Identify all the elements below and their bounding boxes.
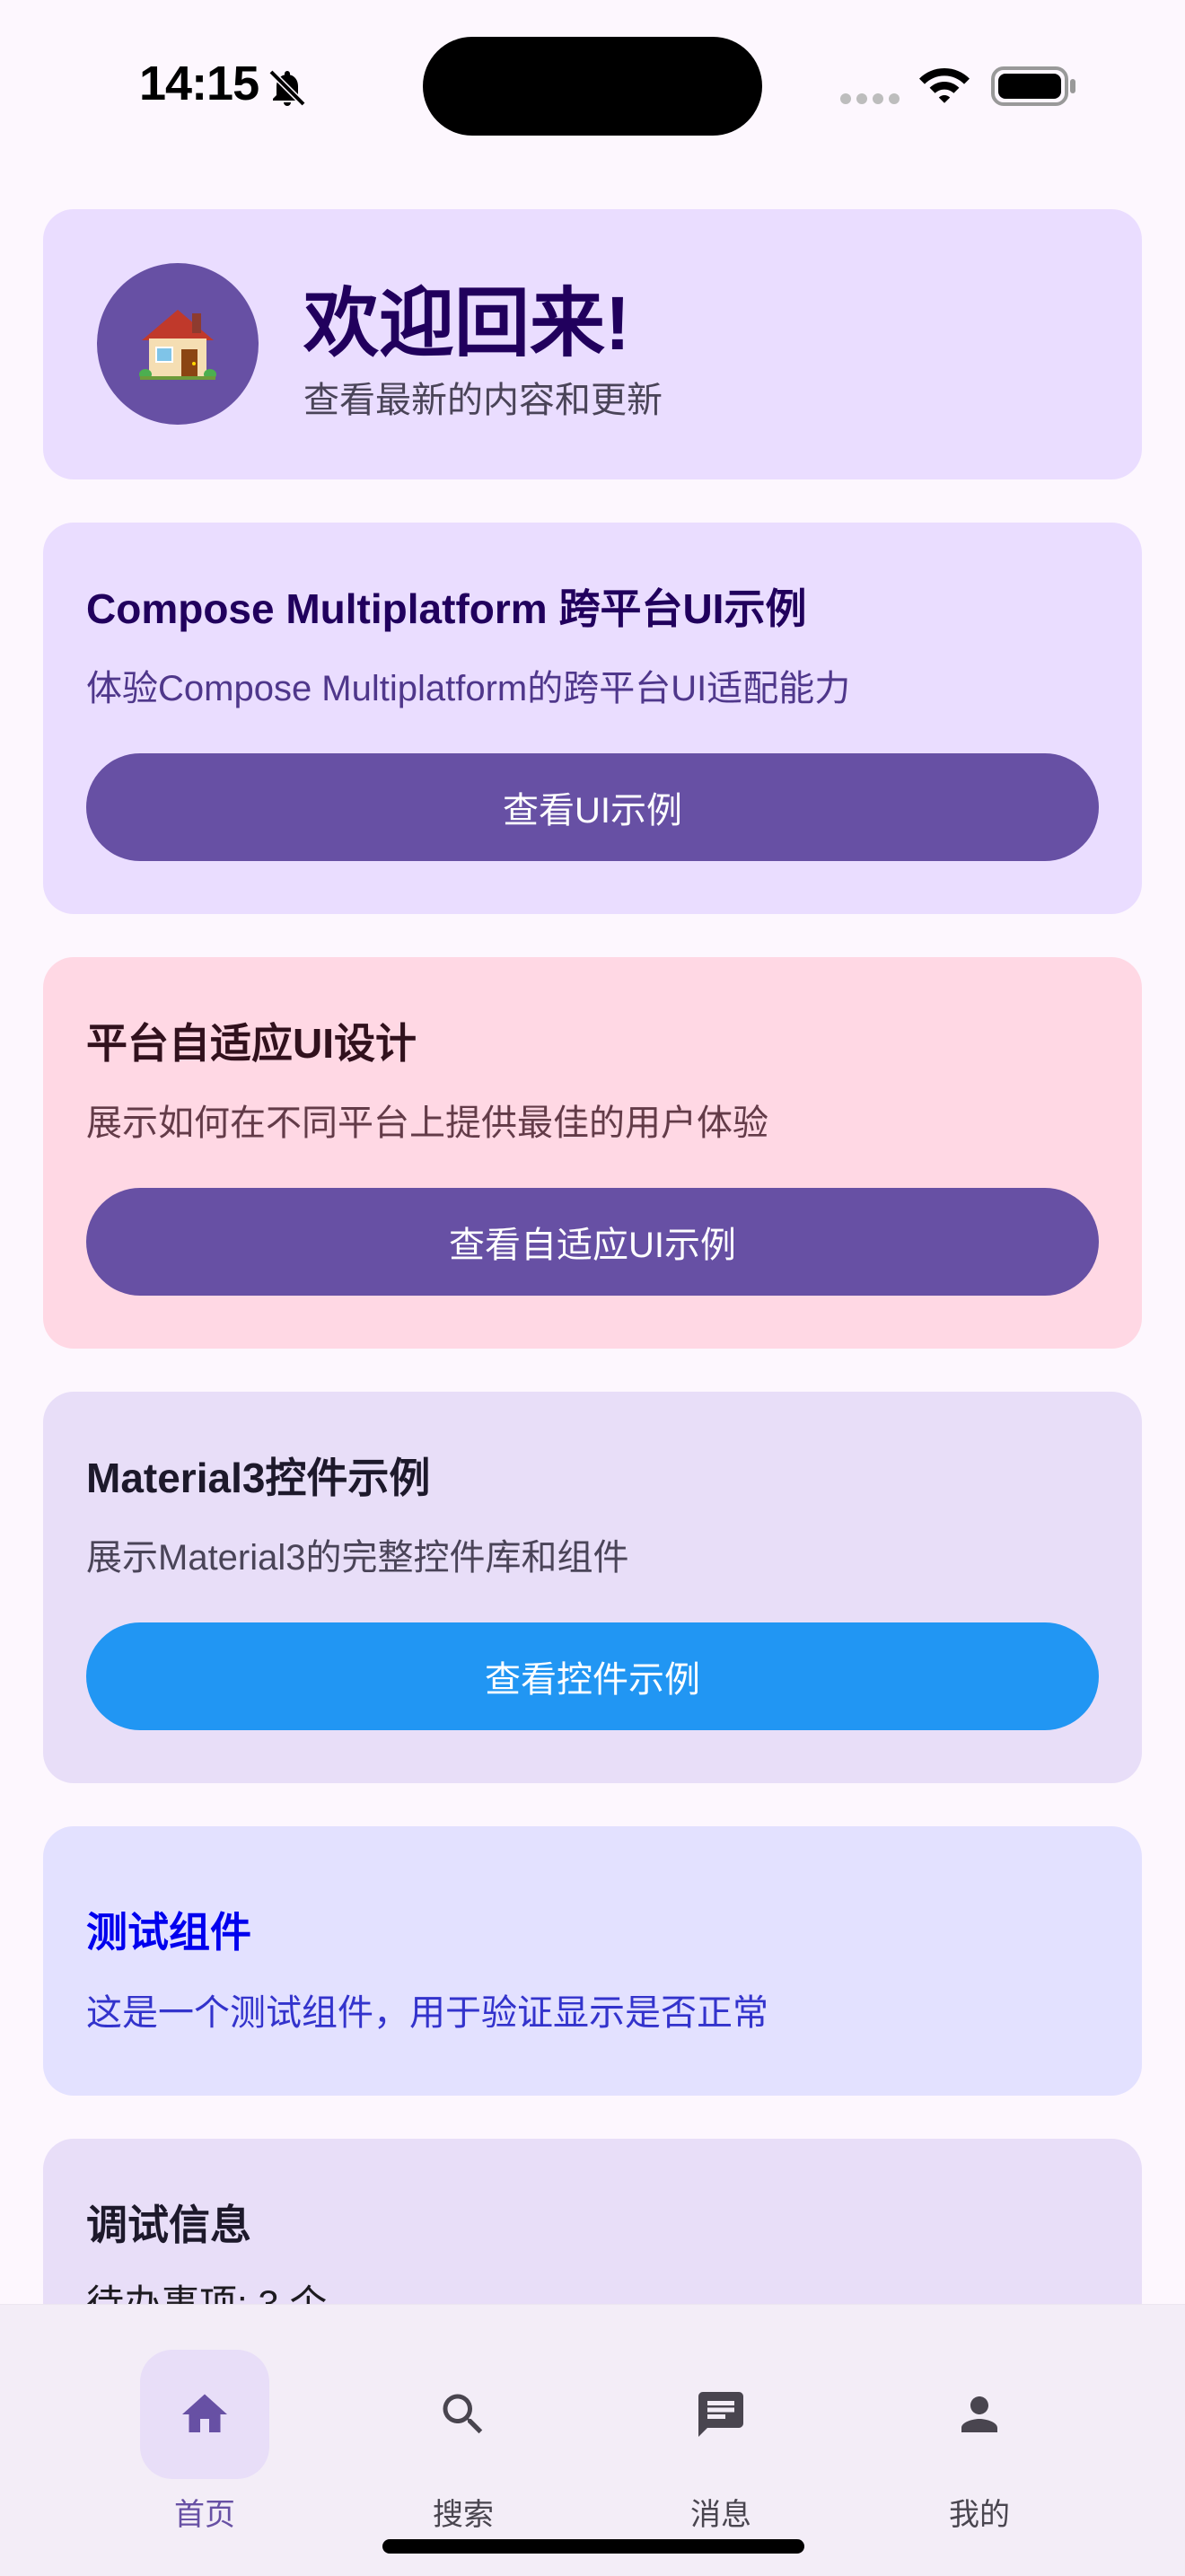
material3-card: Material3控件示例 展示Material3的完整控件库和组件 查看控件示… <box>43 1392 1142 1783</box>
nav-label-home: 首页 <box>174 2498 235 2532</box>
test-card-description: 这是一个测试组件，用于验证显示是否正常 <box>86 1993 768 2033</box>
adaptive-card-description: 展示如何在不同平台上提供最佳的用户体验 <box>86 1103 768 1143</box>
battery-icon <box>991 66 1075 106</box>
nav-item-profile[interactable]: 我的 <box>831 2305 1128 2532</box>
bell-off-icon <box>268 69 306 107</box>
home-icon <box>182 2394 227 2432</box>
house-icon <box>139 310 216 380</box>
nav-label-search: 搜索 <box>433 2498 494 2532</box>
adaptive-card: 平台自适应UI设计 展示如何在不同平台上提供最佳的用户体验 查看自适应UI示例 <box>43 957 1142 1349</box>
view-adaptive-examples-button[interactable]: 查看自适应UI示例 <box>86 1188 1099 1296</box>
welcome-title: 欢迎回来! <box>303 281 630 365</box>
material3-card-title: Material3控件示例 <box>86 1455 431 1501</box>
signal-icon <box>840 93 900 106</box>
nav-label-profile: 我的 <box>949 2498 1010 2532</box>
welcome-card: 欢迎回来! 查看最新的内容和更新 <box>43 209 1142 479</box>
test-card: 测试组件 这是一个测试组件，用于验证显示是否正常 <box>43 1826 1142 2096</box>
message-icon <box>698 2392 743 2437</box>
status-time: 14:15 <box>139 57 259 110</box>
compose-card-description: 体验Compose Multiplatform的跨平台UI适配能力 <box>86 669 851 708</box>
compose-card: Compose Multiplatform 跨平台UI示例 体验Compose … <box>43 523 1142 914</box>
dynamic-island <box>423 37 762 136</box>
nav-item-home[interactable]: 首页 <box>57 2305 353 2532</box>
bottom-navigation: 首页 搜索 消息 我的 <box>0 2304 1185 2576</box>
material3-card-description: 展示Material3的完整控件库和组件 <box>86 1538 629 1578</box>
status-bar: 14:15 <box>0 0 1185 171</box>
welcome-subtitle: 查看最新的内容和更新 <box>303 381 663 420</box>
nav-item-messages[interactable]: 消息 <box>573 2305 869 2532</box>
view-ui-examples-button[interactable]: 查看UI示例 <box>86 753 1099 861</box>
search-icon <box>443 2394 483 2434</box>
nav-item-search[interactable]: 搜索 <box>315 2305 611 2532</box>
test-card-title: 测试组件 <box>86 1909 251 1956</box>
compose-card-title: Compose Multiplatform 跨平台UI示例 <box>86 585 807 632</box>
wifi-icon <box>919 68 970 103</box>
debug-card-title: 调试信息 <box>86 2202 251 2248</box>
adaptive-card-title: 平台自适应UI设计 <box>86 1020 417 1067</box>
view-widget-examples-button[interactable]: 查看控件示例 <box>86 1622 1099 1730</box>
home-indicator[interactable] <box>382 2539 804 2554</box>
avatar <box>97 263 259 425</box>
nav-label-messages: 消息 <box>690 2498 751 2532</box>
person-icon <box>961 2396 997 2432</box>
